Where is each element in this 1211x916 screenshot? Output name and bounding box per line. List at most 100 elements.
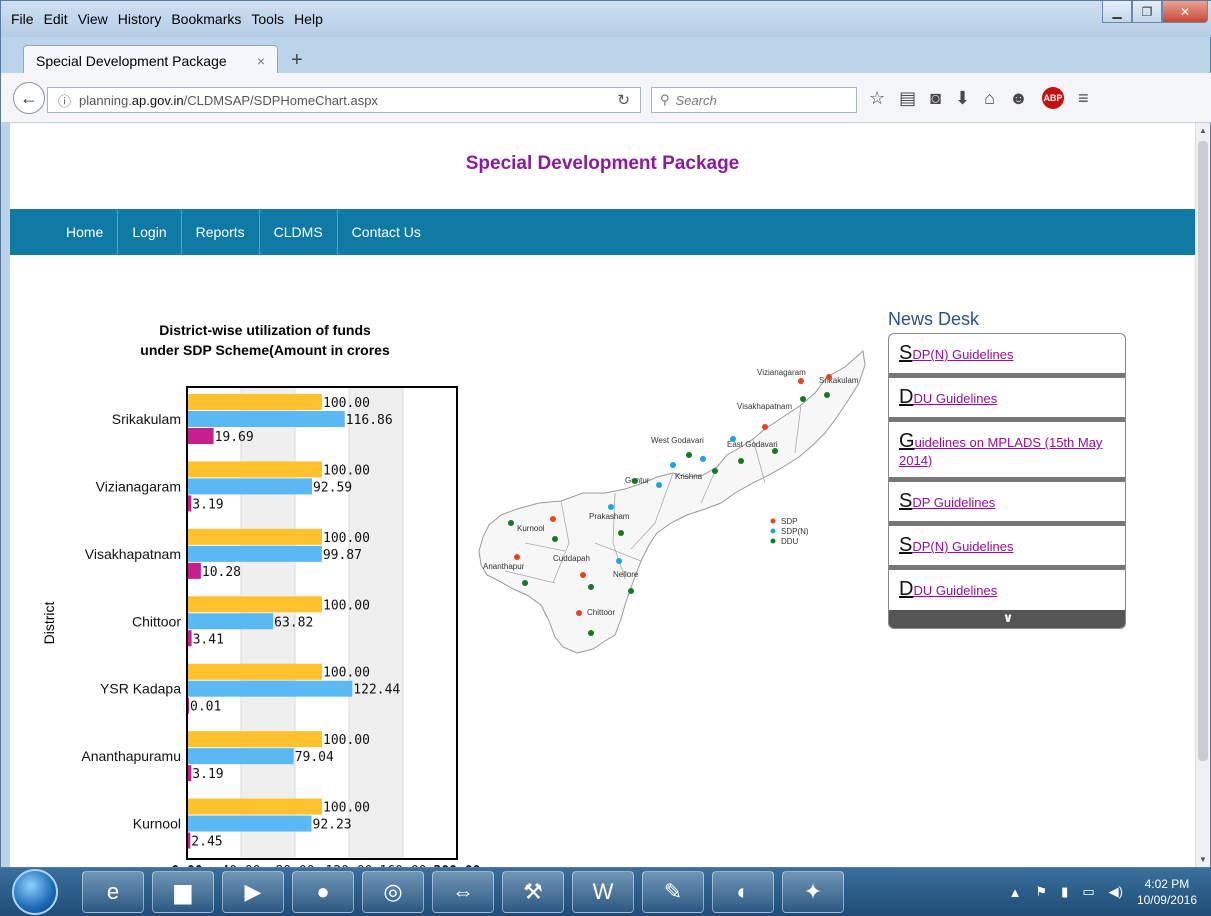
new-tab-button[interactable]: +: [291, 49, 303, 72]
marker-sdpn[interactable]: [616, 558, 622, 564]
chat-icon[interactable]: ☻: [1009, 88, 1028, 109]
minimize-button[interactable]: ▁: [1102, 1, 1132, 23]
volume-icon[interactable]: ◀): [1109, 884, 1123, 900]
nav-cldms[interactable]: CLDMS: [260, 209, 338, 255]
data-label: 92.59: [313, 480, 352, 495]
tools-icon[interactable]: ⚒: [502, 871, 564, 913]
marker-sdpn[interactable]: [700, 456, 706, 462]
marker-ddu[interactable]: [522, 580, 528, 586]
firefox-icon[interactable]: ●: [292, 871, 354, 913]
url-bar[interactable]: ⓘ planning.ap.gov.in/CLDMSAP/SDPHomeChar…: [47, 87, 641, 113]
adblock-plus-icon[interactable]: ABP: [1041, 87, 1064, 109]
bar: [187, 815, 312, 832]
app-icon[interactable]: ✦: [782, 871, 844, 913]
news-link-mplads-guidelines[interactable]: Guidelines on MPLADS (15th May 2014): [899, 430, 1102, 468]
internet-explorer-icon[interactable]: e: [82, 871, 144, 913]
news-item: Guidelines on MPLADS (15th May 2014): [889, 422, 1125, 482]
reload-icon[interactable]: ↻: [617, 91, 630, 109]
marker-sdp[interactable]: [576, 610, 582, 616]
news-link-ddu-guidelines-2[interactable]: DDU Guidelines: [899, 578, 997, 600]
marker-ddu[interactable]: [628, 588, 634, 594]
menu-history[interactable]: History: [118, 11, 162, 33]
news-scroll-down-button[interactable]: ∨: [889, 610, 1125, 628]
news-item: SDP(N) Guidelines: [889, 526, 1125, 570]
start-button[interactable]: [12, 869, 58, 915]
marker-sdpn[interactable]: [656, 482, 662, 488]
marker-ddu[interactable]: [712, 468, 718, 474]
x-tick-label: 80.00: [275, 864, 314, 867]
action-center-icon[interactable]: ⚑: [1036, 884, 1048, 900]
news-link-sdp-guidelines[interactable]: SDP Guidelines: [899, 490, 995, 512]
marker-sdp[interactable]: [826, 374, 832, 380]
nav-contact-us[interactable]: Contact Us: [338, 209, 435, 255]
news-link-sdpn-guidelines-2[interactable]: SDP(N) Guidelines: [899, 534, 1014, 556]
search-placeholder: Search: [675, 92, 717, 108]
marker-ddu[interactable]: [618, 530, 624, 536]
bar: [187, 596, 322, 613]
back-button[interactable]: ←: [13, 82, 45, 114]
pocket-icon[interactable]: ◙: [930, 88, 941, 109]
marker-sdp[interactable]: [762, 424, 768, 430]
maximize-button[interactable]: ❐: [1132, 1, 1162, 23]
file-explorer-icon[interactable]: ▆: [152, 871, 214, 913]
marker-sdp[interactable]: [514, 554, 520, 560]
close-window-button[interactable]: ✕: [1162, 1, 1208, 23]
reading-list-icon[interactable]: ▤: [899, 88, 916, 109]
marker-ddu[interactable]: [772, 448, 778, 454]
scroll-up-icon[interactable]: ▲: [1199, 126, 1207, 135]
marker-sdpn[interactable]: [670, 462, 676, 468]
marker-ddu[interactable]: [552, 536, 558, 542]
marker-ddu[interactable]: [686, 452, 692, 458]
news-link-sdpn-guidelines[interactable]: SDP(N) Guidelines: [899, 342, 1014, 364]
news-link-ddu-guidelines[interactable]: DDU Guidelines: [899, 386, 997, 408]
page-info-icon[interactable]: ⓘ: [58, 91, 71, 110]
news-desk: SDP(N) Guidelines DDU Guidelines Guideli…: [888, 333, 1126, 629]
marker-sdp[interactable]: [550, 516, 556, 522]
tab-special-development-package[interactable]: Special Development Package ×: [23, 45, 278, 75]
data-label: 100.00: [323, 598, 370, 613]
download-icon[interactable]: ⬇: [955, 88, 970, 109]
menu-bookmarks[interactable]: Bookmarks: [171, 11, 241, 33]
hamburger-menu-icon[interactable]: ≡: [1078, 88, 1089, 109]
acrobat-icon[interactable]: ✎: [642, 871, 704, 913]
nav-home[interactable]: Home: [52, 209, 119, 255]
show-hidden-icons-icon[interactable]: ▲: [1009, 885, 1022, 900]
marker-ddu[interactable]: [588, 630, 594, 636]
page-scrollbar[interactable]: ▲ ▼: [1195, 123, 1210, 867]
map-outline: [478, 350, 866, 654]
bar: [187, 394, 322, 410]
tab-close-icon[interactable]: ×: [257, 53, 265, 69]
airtel-icon[interactable]: ◐: [712, 871, 774, 913]
marker-sdpn[interactable]: [608, 504, 614, 510]
marker-sdp[interactable]: [580, 572, 586, 578]
chrome-icon[interactable]: ◎: [362, 871, 424, 913]
nav-login[interactable]: Login: [118, 209, 182, 255]
menu-edit[interactable]: Edit: [44, 11, 68, 33]
media-player-icon[interactable]: ▶: [222, 871, 284, 913]
marker-ddu[interactable]: [800, 396, 806, 402]
scroll-down-icon[interactable]: ▼: [1199, 855, 1207, 864]
network-icon[interactable]: ▭: [1082, 884, 1094, 900]
navigation-toolbar: ← ⓘ planning.ap.gov.in/CLDMSAP/SDPHomeCh…: [1, 73, 1211, 123]
marker-ddu[interactable]: [824, 392, 830, 398]
marker-ddu[interactable]: [588, 584, 594, 590]
bookmark-star-icon[interactable]: ☆: [869, 88, 885, 109]
menu-help[interactable]: Help: [294, 11, 323, 33]
word-icon[interactable]: W: [572, 871, 634, 913]
home-icon[interactable]: ⌂: [984, 88, 995, 109]
marker-sdp[interactable]: [798, 378, 804, 384]
menu-file[interactable]: File: [11, 11, 34, 33]
scroll-thumb[interactable]: [1198, 141, 1208, 761]
marker-ddu[interactable]: [738, 458, 744, 464]
nav-reports[interactable]: Reports: [182, 209, 260, 255]
menu-tools[interactable]: Tools: [251, 11, 284, 33]
marker-ddu[interactable]: [632, 478, 638, 484]
teamviewer-icon[interactable]: ⇔: [432, 871, 494, 913]
clock[interactable]: 4:02 PM 10/09/2016: [1137, 876, 1197, 908]
menu-view[interactable]: View: [78, 11, 108, 33]
marker-sdpn[interactable]: [730, 436, 736, 442]
search-bar[interactable]: ⚲ Search: [651, 87, 857, 113]
map-label-ananthapur: Ananthapur: [483, 562, 525, 571]
marker-ddu[interactable]: [508, 520, 514, 526]
power-icon[interactable]: ▮: [1061, 884, 1068, 900]
